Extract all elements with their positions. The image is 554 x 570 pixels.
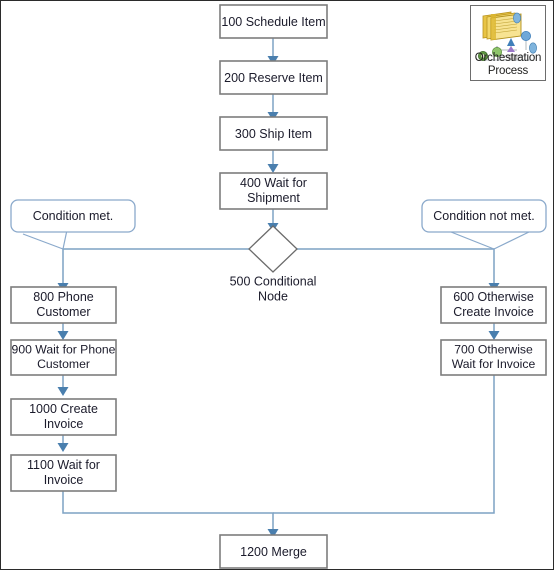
callout-condition-not-met-label: Condition not met. — [433, 209, 534, 223]
connector-500-branch-left — [57, 248, 249, 292]
node-200-label: 200 Reserve Item — [224, 71, 323, 85]
node-900-label-line1: 900 Wait for Phone — [12, 343, 116, 357]
node-400-label-line2: Shipment — [247, 191, 300, 205]
connector-600-to-700 — [488, 323, 500, 340]
node-500-label-line1: 500 Conditional — [230, 274, 317, 288]
node-1200-merge[interactable]: 1200 Merge — [219, 534, 328, 569]
node-500-label-line2: Node — [258, 289, 288, 303]
node-600-label-line2: Create Invoice — [453, 305, 534, 319]
callout-condition-met-label: Condition met. — [33, 209, 114, 223]
node-800-label-line2: Customer — [36, 305, 90, 319]
badge-caption-line2: Process — [487, 64, 529, 77]
connector-1000-to-1100 — [57, 435, 69, 452]
node-400-label-line1: 400 Wait for — [240, 176, 307, 190]
node-800-label-line1: 800 Phone — [33, 290, 94, 304]
badge-caption: Orchestration Process — [471, 52, 545, 77]
node-300-ship-item[interactable]: 300 Ship Item — [219, 116, 328, 151]
node-1100-label-line1: 1100 Wait for — [27, 458, 100, 472]
connector-300-to-400 — [267, 150, 279, 173]
callout-condition-met: Condition met. — [10, 199, 136, 250]
node-1200-label: 1200 Merge — [240, 545, 307, 559]
node-600-label-line1: 600 Otherwise — [453, 290, 534, 304]
orchestration-process-badge[interactable]: Orchestration Process — [470, 5, 546, 81]
node-1100-wait-for-invoice[interactable]: 1100 Wait for Invoice — [10, 454, 117, 492]
node-900-wait-for-phone-customer[interactable]: 900 Wait for Phone Customer — [10, 339, 117, 376]
flowchart-svg: 100 Schedule Item 200 Reserve Item 300 S… — [10, 4, 547, 569]
node-700-label-line2: Wait for Invoice — [452, 357, 536, 371]
connector-800-to-900 — [57, 323, 69, 340]
node-1100-label-line2: Invoice — [44, 473, 84, 487]
badge-caption-line1: Orchestration — [474, 52, 542, 64]
node-300-label: 300 Ship Item — [235, 127, 312, 141]
connector-700-to-1200 — [273, 375, 495, 514]
node-700-otherwise-wait-for-invoice[interactable]: 700 Otherwise Wait for Invoice — [440, 339, 547, 376]
node-900-label-line2: Customer — [37, 357, 90, 371]
node-600-otherwise-create-invoice[interactable]: 600 Otherwise Create Invoice — [440, 286, 547, 324]
node-500-conditional-node[interactable]: 500 Conditional Node — [230, 225, 317, 303]
node-700-label-line1: 700 Otherwise — [454, 343, 533, 357]
node-1000-label-line1: 1000 Create — [29, 402, 98, 416]
node-100-schedule-item[interactable]: 100 Schedule Item — [219, 4, 328, 39]
callout-condition-not-met: Condition not met. — [421, 199, 547, 250]
connector-900-to-1000 — [57, 375, 69, 396]
node-100-label: 100 Schedule Item — [221, 15, 325, 29]
node-400-wait-for-shipment[interactable]: 400 Wait for Shipment — [219, 172, 328, 210]
connector-1100-to-1200 — [62, 491, 279, 538]
node-1000-create-invoice[interactable]: 1000 Create Invoice — [10, 398, 117, 436]
orchestration-flowchart-canvas: 100 Schedule Item 200 Reserve Item 300 S… — [0, 0, 554, 570]
node-800-phone-customer[interactable]: 800 Phone Customer — [10, 286, 117, 324]
connector-500-branch-right — [297, 248, 500, 292]
node-1000-label-line2: Invoice — [44, 417, 84, 431]
node-200-reserve-item[interactable]: 200 Reserve Item — [219, 60, 328, 95]
